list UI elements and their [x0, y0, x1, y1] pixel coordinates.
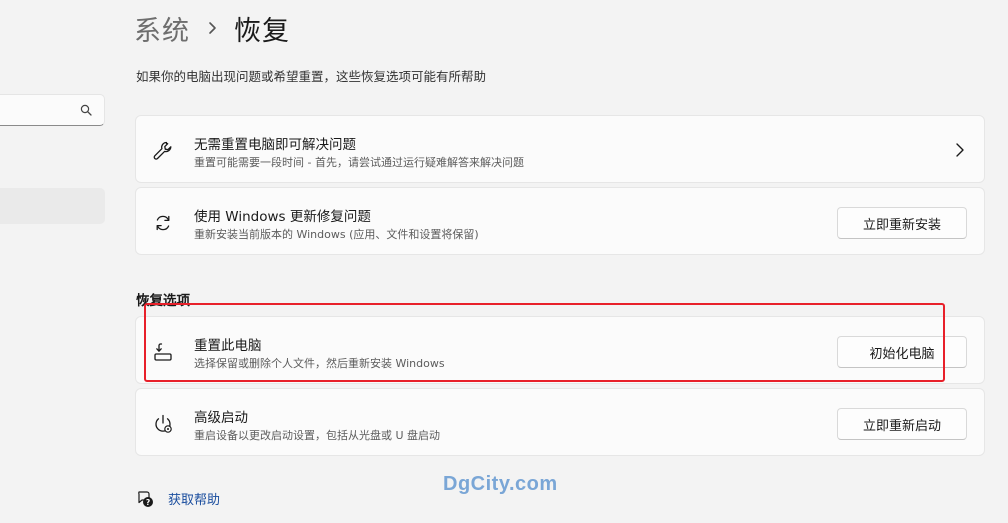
reset-pc-button[interactable]: 初始化电脑: [837, 336, 967, 368]
search-icon[interactable]: [80, 104, 92, 116]
breadcrumb: 系统 恢复: [134, 8, 290, 48]
breadcrumb-separator: [190, 8, 234, 48]
restart-now-button[interactable]: 立即重新启动: [837, 408, 967, 440]
card-subtitle: 选择保留或删除个人文件，然后重新安装 Windows: [194, 357, 445, 370]
page-title: 恢复: [234, 15, 290, 47]
sidebar: [0, 0, 112, 523]
reset-pc-card: 重置此电脑 选择保留或删除个人文件，然后重新安装 Windows 初始化电脑: [135, 316, 985, 384]
card-title: 重置此电脑: [194, 338, 262, 354]
advanced-startup-card: 高级启动 重启设备以更改启动设置，包括从光盘或 U 盘启动 立即重新启动: [135, 388, 985, 456]
help-icon: ?: [138, 490, 153, 507]
reset-pc-icon: [154, 343, 172, 361]
troubleshoot-card[interactable]: 无需重置电脑即可解决问题 重置可能需要一段时间 - 首先，请尝试通过运行疑难解答…: [135, 115, 985, 183]
section-heading: 恢复选项: [136, 293, 190, 309]
search-input[interactable]: [0, 95, 76, 125]
card-title: 无需重置电脑即可解决问题: [194, 137, 356, 153]
card-subtitle: 重置可能需要一段时间 - 首先，请尝试通过运行疑难解答来解决问题: [194, 156, 524, 169]
sidebar-item-system[interactable]: [0, 188, 105, 224]
get-help-link[interactable]: ? 获取帮助: [136, 489, 220, 508]
breadcrumb-parent[interactable]: 系统: [134, 9, 190, 48]
refresh-icon: [156, 215, 170, 231]
page-description: 如果你的电脑出现问题或希望重置，这些恢复选项可能有所帮助: [136, 69, 487, 84]
card-title: 使用 Windows 更新修复问题: [194, 209, 371, 225]
help-link-text[interactable]: 获取帮助: [168, 489, 220, 508]
chevron-right-icon: [209, 22, 216, 34]
card-subtitle: 重启设备以更改启动设置，包括从光盘或 U 盘启动: [194, 429, 441, 442]
advanced-startup-icon: [155, 414, 172, 433]
wrench-icon: [153, 141, 172, 160]
search-box[interactable]: [0, 94, 105, 126]
chevron-right-icon[interactable]: [954, 142, 966, 158]
watermark: DgCity.com: [443, 473, 558, 495]
svg-text:?: ?: [146, 497, 150, 506]
windows-update-fix-card: 使用 Windows 更新修复问题 重新安装当前版本的 Windows (应用、…: [135, 187, 985, 255]
reinstall-now-button[interactable]: 立即重新安装: [837, 207, 967, 239]
card-subtitle: 重新安装当前版本的 Windows (应用、文件和设置将保留): [194, 228, 479, 241]
card-title: 高级启动: [194, 410, 248, 426]
